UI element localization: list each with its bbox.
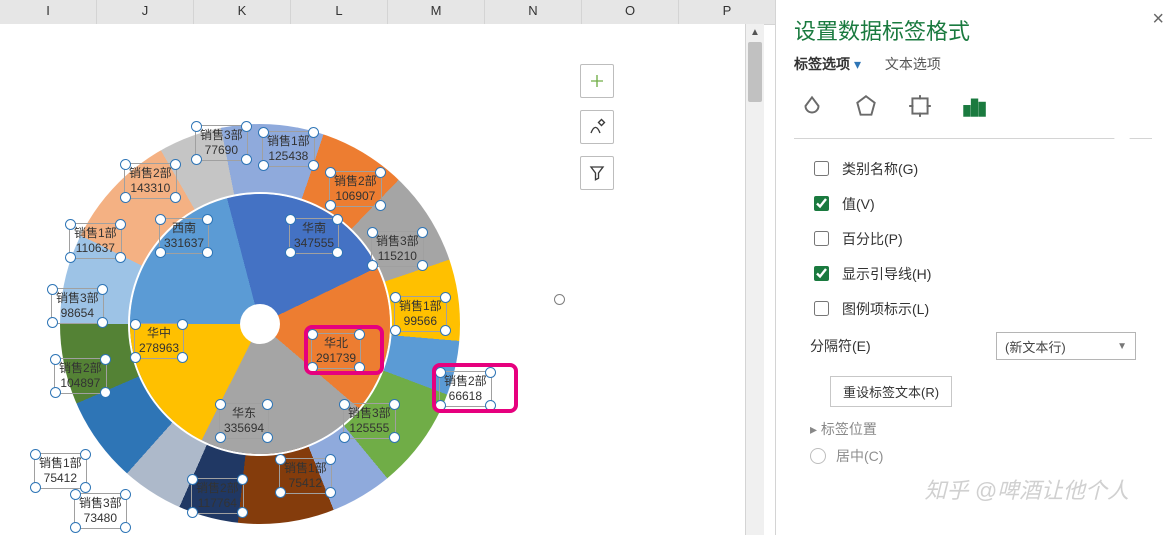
opt-value[interactable]: 值(V) xyxy=(810,186,1136,221)
separator-dropdown[interactable]: (新文本行)▼ xyxy=(996,332,1136,360)
col-M[interactable]: M xyxy=(388,0,485,24)
separator-row: 分隔符(E) (新文本行)▼ xyxy=(810,326,1136,366)
col-N[interactable]: N xyxy=(485,0,582,24)
tab-text-options[interactable]: 文本选项 xyxy=(885,54,941,74)
col-P[interactable]: P xyxy=(679,0,775,24)
checkbox-legend[interactable] xyxy=(814,301,829,316)
reset-label-text-button[interactable]: 重设标签文本(R) xyxy=(830,376,952,407)
panel-title: 设置数据标签格式 xyxy=(776,0,1169,54)
label-hua-nan[interactable]: 华南347555 xyxy=(290,219,338,253)
col-I[interactable]: I xyxy=(0,0,97,24)
label-outer-14[interactable]: 销售3部98654 xyxy=(52,289,103,323)
label-outer-8[interactable]: 销售3部125555 xyxy=(344,404,395,438)
opt-legend[interactable]: 图例项标示(L) xyxy=(810,291,1136,326)
col-O[interactable]: O xyxy=(582,0,679,24)
label-outer-13[interactable]: 销售2部104897 xyxy=(55,359,106,393)
chart-add-element-button[interactable] xyxy=(580,64,614,98)
worksheet-area[interactable]: 西南331637 华南347555 华北291739 华东335694 华中27… xyxy=(0,24,745,535)
chart-style-button[interactable] xyxy=(580,110,614,144)
label-outer-6[interactable]: 销售1部99566 xyxy=(395,297,446,331)
label-hua-dong[interactable]: 华东335694 xyxy=(220,404,268,438)
label-outer-11[interactable]: 销售3部73480 xyxy=(75,494,126,528)
vertical-scrollbar[interactable]: ▲ xyxy=(745,24,764,535)
effects-icon[interactable] xyxy=(848,88,884,124)
label-outer-4[interactable]: 销售2部106907 xyxy=(330,172,381,206)
size-icon[interactable] xyxy=(902,88,938,124)
panel-tabs: 标签选项▾ 文本选项 xyxy=(776,54,1169,82)
chart-handle-right[interactable] xyxy=(554,294,565,305)
checkbox-percent[interactable] xyxy=(814,231,829,246)
scroll-up-icon[interactable]: ▲ xyxy=(746,24,764,42)
col-L[interactable]: L xyxy=(291,0,388,24)
checkbox-leader[interactable] xyxy=(814,266,829,281)
format-data-labels-panel: × 设置数据标签格式 标签选项▾ 文本选项 类别名称(G) 值(V) 百分比(P… xyxy=(775,0,1169,535)
radio-center[interactable] xyxy=(810,448,826,464)
checkbox-category[interactable] xyxy=(814,161,829,176)
label-outer-7[interactable]: 销售2部66618 xyxy=(440,372,491,406)
chevron-down-icon[interactable]: ▾ xyxy=(854,56,861,72)
label-outer-12[interactable]: 销售1部75412 xyxy=(35,454,86,488)
label-outer-9[interactable]: 销售1部75412 xyxy=(280,459,331,493)
column-headers: I J K L M N O P xyxy=(0,0,775,25)
label-xi-nan[interactable]: 西南331637 xyxy=(160,219,208,253)
close-icon[interactable]: × xyxy=(1152,8,1164,31)
tab-label-options[interactable]: 标签选项 xyxy=(794,56,850,72)
label-outer-2[interactable]: 销售3部77690 xyxy=(196,126,247,160)
pie-hub xyxy=(240,304,280,344)
chevron-down-icon: ▼ xyxy=(1117,341,1127,352)
chart-filter-button[interactable] xyxy=(580,156,614,190)
pos-center[interactable]: 居中(C) xyxy=(810,439,1136,473)
label-outer-10[interactable]: 销售2部117764 xyxy=(192,479,243,513)
col-J[interactable]: J xyxy=(97,0,194,24)
chart-object[interactable]: 西南331637 华南347555 华北291739 华东335694 华中27… xyxy=(0,64,560,524)
fill-icon[interactable] xyxy=(794,88,830,124)
scroll-thumb[interactable] xyxy=(748,42,762,102)
label-hua-bei[interactable]: 华北291739 xyxy=(312,334,360,368)
label-options-group: 类别名称(G) 值(V) 百分比(P) 显示引导线(H) 图例项标示(L) 分隔… xyxy=(776,139,1169,485)
panel-icon-row xyxy=(776,82,1169,124)
chart-options-icon[interactable] xyxy=(956,88,992,124)
label-outer-1[interactable]: 销售2部143310 xyxy=(125,164,176,198)
label-outer-3[interactable]: 销售1部125438 xyxy=(263,132,314,166)
col-K[interactable]: K xyxy=(194,0,291,24)
opt-percent[interactable]: 百分比(P) xyxy=(810,221,1136,256)
opt-leader[interactable]: 显示引导线(H) xyxy=(810,256,1136,291)
label-position-header: ▸ 标签位置 xyxy=(810,407,1136,439)
label-outer-0[interactable]: 销售1部110637 xyxy=(70,224,121,258)
opt-category[interactable]: 类别名称(G) xyxy=(810,151,1136,186)
separator-label: 分隔符(E) xyxy=(810,336,871,356)
chart-toolbar xyxy=(580,64,616,202)
checkbox-value[interactable] xyxy=(814,196,829,211)
label-hua-zhong[interactable]: 华中278963 xyxy=(135,324,183,358)
label-outer-5[interactable]: 销售3部115210 xyxy=(372,232,423,266)
